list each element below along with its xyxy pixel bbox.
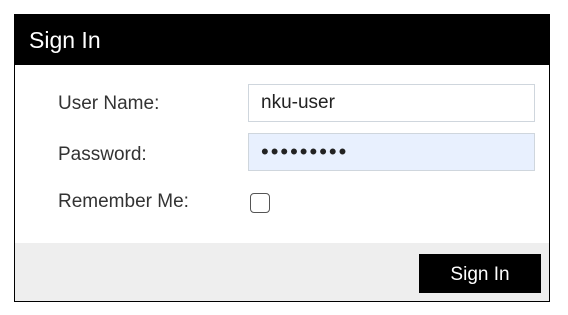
dialog-footer: Sign In [15, 243, 549, 301]
password-label: Password: [58, 144, 147, 165]
username-label: User Name: [58, 93, 160, 114]
sign-in-form: User Name: nku-user Password: ••••••••• … [15, 65, 549, 243]
username-input[interactable]: nku-user [248, 84, 535, 122]
remember-me-checkbox[interactable] [250, 193, 270, 213]
password-input[interactable]: ••••••••• [248, 133, 535, 171]
sign-in-button[interactable]: Sign In [419, 254, 541, 293]
sign-in-dialog: Sign In User Name: nku-user Password: ••… [14, 14, 550, 302]
dialog-title: Sign In [15, 15, 549, 65]
remember-me-label: Remember Me: [58, 191, 189, 212]
